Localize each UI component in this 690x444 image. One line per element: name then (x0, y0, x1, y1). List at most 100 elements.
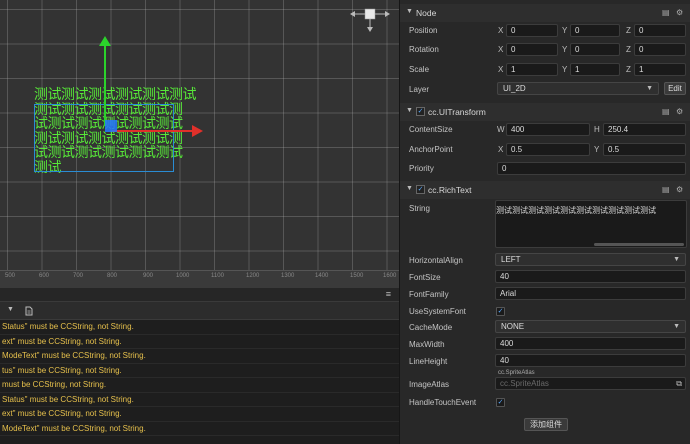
height-axis-label: H (594, 125, 600, 134)
node-section-header[interactable]: ▼ Node ▤ ⚙ (400, 4, 690, 22)
log-line[interactable]: ext" must be CCString, not String. (0, 335, 399, 349)
uitransform-section-header[interactable]: ▼ ✓ cc.UITransform ▤ ⚙ (400, 103, 690, 121)
use-system-font-label: UseSystemFont (409, 307, 466, 316)
max-width-field[interactable]: 400 (495, 337, 686, 350)
priority-label: Priority (409, 164, 434, 173)
axis-y-label: Y (562, 45, 568, 54)
move-gizmo-y-arrow[interactable] (99, 36, 111, 46)
book-icon[interactable]: ▤ (662, 8, 670, 17)
asset-picker-icon[interactable]: ⧉ (676, 378, 682, 389)
image-atlas-type-tag: cc.SpriteAtlas (498, 370, 535, 376)
component-enabled-checkbox[interactable]: ✓ (416, 107, 425, 116)
layer-label: Layer (409, 85, 430, 94)
rotation-z-field[interactable]: 0 (634, 43, 686, 56)
component-enabled-checkbox[interactable]: ✓ (416, 185, 425, 194)
image-atlas-placeholder: cc.SpriteAtlas (500, 379, 549, 388)
ruler-tick: 800 (107, 273, 118, 279)
log-line[interactable]: Status" must be CCString, not String. (0, 320, 399, 335)
ruler-tick: 1100 (211, 273, 224, 279)
string-label: String (409, 204, 430, 213)
move-gizmo-x-arrow[interactable] (192, 125, 203, 137)
move-gizmo-center[interactable] (105, 120, 117, 132)
content-height-field[interactable]: 250.4 (603, 123, 686, 136)
ruler-tick: 900 (143, 273, 154, 279)
scale-y-field[interactable]: 1 (570, 63, 620, 76)
textarea-scrollbar[interactable] (594, 243, 684, 246)
axis-z-label: Z (626, 65, 631, 74)
richtext-section-header[interactable]: ▼ ✓ cc.RichText ▤ ⚙ (400, 181, 690, 199)
scale-label: Scale (409, 65, 430, 74)
log-line[interactable]: ModeText" must be CCString, not String. (0, 349, 399, 364)
layer-select[interactable]: UI_2D ▼ (497, 82, 659, 95)
log-line[interactable]: must be CCString, not String. (0, 378, 399, 393)
move-gizmo-x-axis[interactable] (112, 130, 194, 132)
font-size-field[interactable]: 40 (495, 270, 686, 283)
collapse-caret-icon[interactable]: ▼ (406, 185, 413, 192)
collapse-caret-icon[interactable]: ▼ (406, 107, 413, 114)
chevron-down-icon[interactable]: ▼ (7, 306, 14, 313)
book-icon[interactable]: ▤ (662, 185, 670, 194)
scale-z-field[interactable]: 1 (634, 63, 686, 76)
add-component-button[interactable]: 添加组件 (524, 418, 568, 431)
anchor-y-field[interactable]: 0.5 (603, 143, 686, 156)
priority-field[interactable]: 0 (497, 162, 686, 175)
move-gizmo-y-axis[interactable] (104, 42, 106, 126)
log-line[interactable]: Status" must be CCString, not String. (0, 393, 399, 407)
width-axis-label: W (497, 125, 505, 134)
chevron-down-icon: ▼ (646, 85, 653, 92)
image-atlas-field[interactable]: cc.SpriteAtlas ⧉ (495, 377, 686, 390)
horizontal-align-select[interactable]: LEFT ▼ (495, 253, 686, 266)
line-height-field[interactable]: 40 (495, 354, 686, 367)
layer-edit-button[interactable]: Edit (664, 82, 686, 95)
scene-ruler: 500 600 700 800 900 1000 1100 1200 1300 … (0, 270, 399, 288)
gear-icon[interactable]: ⚙ (676, 8, 683, 17)
content-width-field[interactable]: 400 (506, 123, 590, 136)
gear-icon[interactable]: ⚙ (676, 185, 683, 194)
axis-z-label: Z (626, 26, 631, 35)
max-width-label: MaxWidth (409, 340, 445, 349)
section-title: Node (416, 8, 437, 18)
axis-x-label: X (498, 26, 504, 35)
use-system-font-checkbox[interactable]: ✓ (496, 307, 505, 316)
position-y-field[interactable]: 0 (570, 24, 620, 37)
rotation-label: Rotation (409, 45, 439, 54)
log-line[interactable]: tus" must be CCString, not String. (0, 364, 399, 378)
ruler-tick: 600 (39, 273, 50, 279)
scene-viewport[interactable]: 测试测试测试测试测试测试 测试测试测试测试测试测 试测试测试测试测试测试 测试测… (0, 0, 399, 288)
log-line[interactable]: ext" must be CCString, not String. (0, 407, 399, 422)
anchor-x-field[interactable]: 0.5 (506, 143, 590, 156)
cache-mode-value: NONE (501, 322, 525, 331)
console-log-list[interactable]: Status" must be CCString, not String. ex… (0, 320, 399, 444)
anchor-point-label: AnchorPoint (409, 145, 453, 154)
file-icon[interactable] (25, 306, 33, 316)
handle-touch-event-label: HandleTouchEvent (409, 398, 477, 407)
chevron-down-icon: ▼ (673, 323, 680, 330)
string-textarea[interactable]: 测试测试测试测试测试测试测试测试测试测试 (495, 200, 687, 248)
inspector-panel: ▼ Node ▤ ⚙ Position X 0 Y 0 Z 0 Rotation… (399, 0, 690, 444)
handle-touch-event-checkbox[interactable]: ✓ (496, 398, 505, 407)
font-family-field[interactable]: Arial (495, 287, 686, 300)
scale-x-field[interactable]: 1 (506, 63, 558, 76)
ruler-tick: 500 (5, 273, 16, 279)
view-orientation-gizmo-icon[interactable] (348, 2, 392, 32)
log-line[interactable]: ModeText" must be CCString, not String. (0, 422, 399, 436)
ruler-tick: 700 (73, 273, 84, 279)
axis-y-label: Y (562, 26, 568, 35)
cache-mode-select[interactable]: NONE ▼ (495, 320, 686, 333)
collapse-caret-icon[interactable]: ▼ (406, 8, 413, 15)
book-icon[interactable]: ▤ (662, 107, 670, 116)
rotation-y-field[interactable]: 0 (570, 43, 620, 56)
console-toolbar: ▼ (0, 302, 399, 320)
console-menu-icon[interactable]: ≡ (386, 289, 391, 299)
axis-x-label: X (498, 45, 504, 54)
ruler-tick: 1200 (246, 273, 260, 279)
position-x-field[interactable]: 0 (506, 24, 558, 37)
position-z-field[interactable]: 0 (634, 24, 686, 37)
axis-x-label: X (498, 65, 504, 74)
horizontal-align-value: LEFT (501, 255, 521, 264)
rotation-x-field[interactable]: 0 (506, 43, 558, 56)
gear-icon[interactable]: ⚙ (676, 107, 683, 116)
layer-value: UI_2D (503, 84, 526, 93)
section-title: cc.RichText (428, 185, 472, 195)
content-size-label: ContentSize (409, 125, 453, 134)
